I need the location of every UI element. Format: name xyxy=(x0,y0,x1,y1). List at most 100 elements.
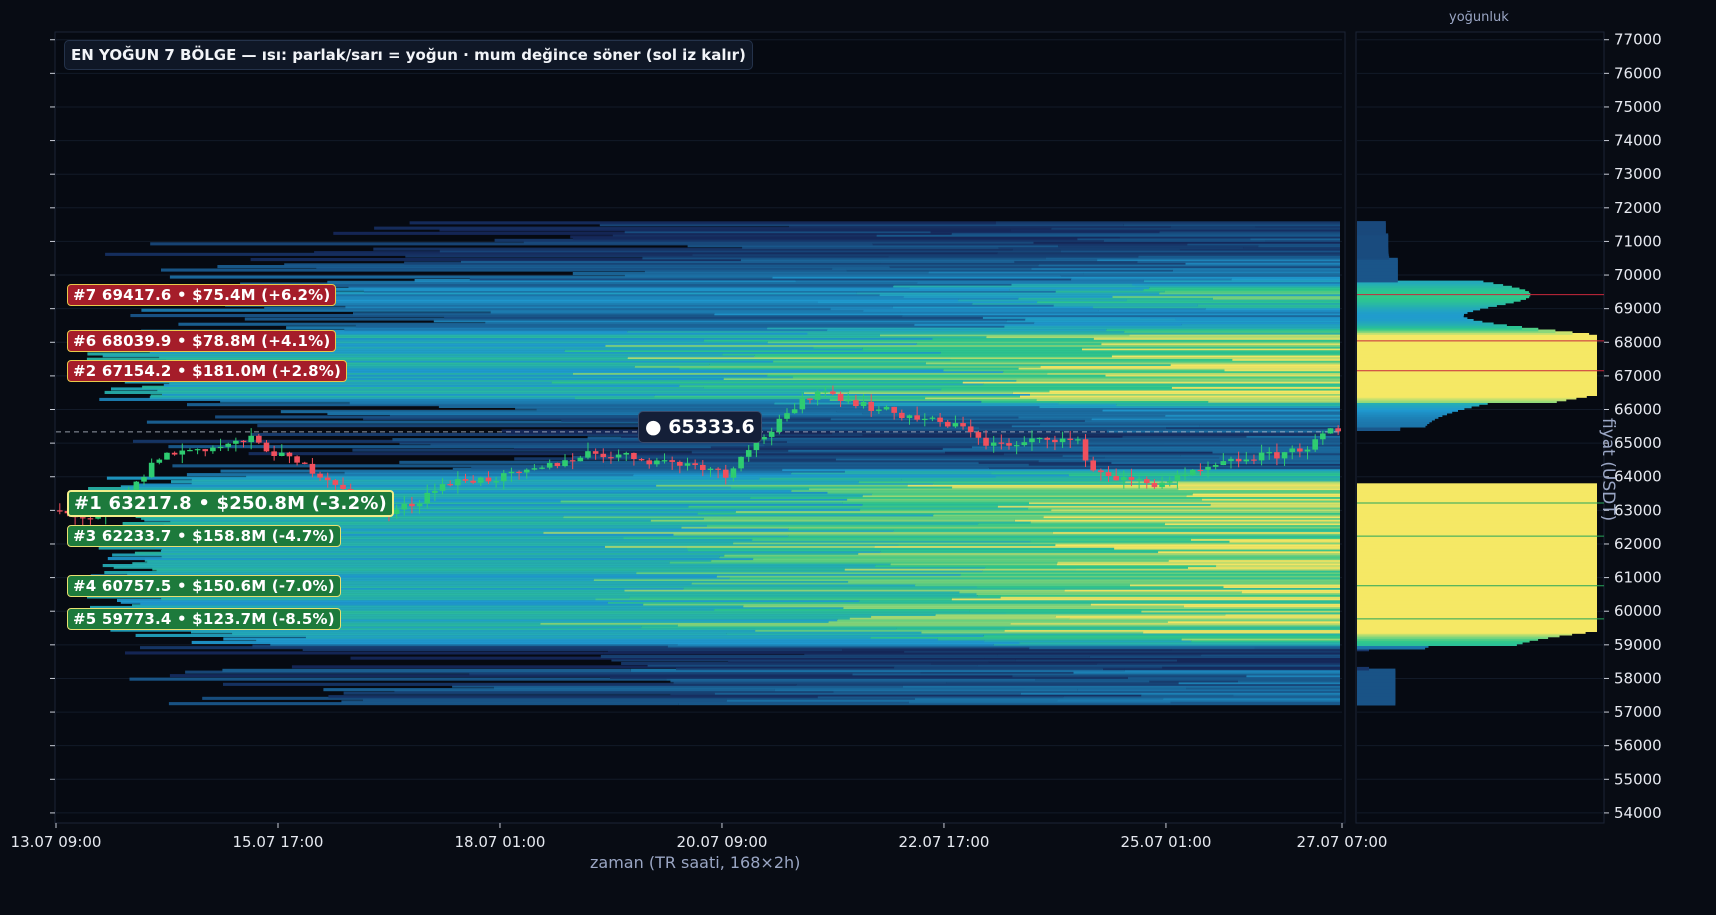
profile-bar xyxy=(1357,221,1386,225)
candle-body xyxy=(516,471,522,473)
candle-body xyxy=(309,463,316,474)
candle-body xyxy=(1235,458,1242,462)
candle-body xyxy=(860,401,867,407)
candle-body xyxy=(539,467,545,469)
candle-body xyxy=(294,456,300,463)
candle-body xyxy=(470,480,476,483)
candle-body xyxy=(462,479,469,481)
candle-body xyxy=(1159,482,1165,488)
price-tick-label: 57000 xyxy=(1614,703,1662,721)
level-label: #2 67154.2 • $181.0M (+2.8%) xyxy=(67,359,348,382)
candle-body xyxy=(523,469,530,473)
candle-body xyxy=(1289,448,1296,453)
candle-body xyxy=(393,509,400,515)
price-tick-label: 65000 xyxy=(1614,434,1662,452)
candle-body xyxy=(263,442,270,452)
candle-body xyxy=(876,409,882,411)
level-label: #7 69417.6 • $75.4M (+6.2%) xyxy=(67,283,337,306)
candle-body xyxy=(799,398,806,410)
candle-body xyxy=(967,426,974,433)
candle-body xyxy=(1243,459,1250,462)
time-axis: 13.07 09:00 15.07 17:00 18.07 01:00 20.07 0… xyxy=(11,823,1388,851)
candle-body xyxy=(700,464,706,471)
price-tick-label: 56000 xyxy=(1614,737,1662,755)
candle-body xyxy=(937,417,943,422)
candle-body xyxy=(1281,452,1288,459)
candle-body xyxy=(1121,477,1127,481)
level-label: #4 60757.5 • $150.6M (-7.0%) xyxy=(67,574,341,597)
candle-body xyxy=(1044,437,1051,440)
candle-body xyxy=(784,413,790,419)
candle-body xyxy=(401,503,408,510)
candle-body xyxy=(424,492,431,504)
candle-body xyxy=(715,468,721,470)
candle-body xyxy=(332,480,339,485)
chart-canvas: 54000 55000 56000 57000 58000 59000 60000 61000… xyxy=(11,31,1662,851)
candle-body xyxy=(57,510,63,512)
candle-body xyxy=(569,460,576,462)
candle-body xyxy=(1098,470,1104,473)
candle-body xyxy=(998,442,1005,444)
candle-body xyxy=(944,421,951,427)
candle-body xyxy=(1205,466,1211,471)
candle-body xyxy=(1082,439,1089,461)
candle-body xyxy=(164,452,170,460)
time-tick-label: 18.07 01:00 xyxy=(455,833,546,851)
x-axis-label: zaman (TR saati, 168×2h) xyxy=(590,853,801,872)
price-tick-label: 75000 xyxy=(1614,98,1662,116)
price-tick-label: 61000 xyxy=(1614,569,1662,587)
candle-body xyxy=(508,471,515,474)
profile-title: yoğunluk xyxy=(1449,10,1509,25)
price-tick-label: 59000 xyxy=(1614,636,1662,654)
price-tick-label: 77000 xyxy=(1614,31,1662,49)
time-tick-label: 22.07 17:00 xyxy=(898,833,989,851)
candle-body xyxy=(324,477,331,481)
candle-body xyxy=(1189,469,1196,475)
candle-body xyxy=(1052,439,1058,443)
candle-body xyxy=(807,398,813,400)
time-tick-label: 27.07 07:00 xyxy=(1297,833,1388,851)
price-tick-label: 71000 xyxy=(1614,232,1662,250)
candle-body xyxy=(1251,459,1257,461)
candle-body xyxy=(493,481,499,483)
candle-body xyxy=(631,452,637,459)
candle-body xyxy=(1105,472,1112,477)
profile-bar xyxy=(1357,666,1369,671)
price-tick-label: 63000 xyxy=(1614,501,1662,519)
candle-body xyxy=(1029,438,1035,443)
candle-body xyxy=(301,462,308,464)
price-tick-label: 62000 xyxy=(1614,535,1662,553)
price-tick-label: 66000 xyxy=(1614,401,1662,419)
price-tick-label: 55000 xyxy=(1614,770,1662,788)
candle-body xyxy=(1197,469,1204,472)
candle-body xyxy=(95,516,101,519)
candle-body xyxy=(638,458,645,461)
candle-body xyxy=(1228,458,1234,462)
price-tick-label: 67000 xyxy=(1614,367,1662,385)
candle-body xyxy=(194,449,201,451)
candle-body xyxy=(271,451,277,457)
level-label: #1 63217.8 • $250.8M (-3.2%) xyxy=(67,489,394,517)
candle-body xyxy=(1021,442,1028,446)
candle-body xyxy=(1182,474,1188,477)
heat-band xyxy=(409,221,997,225)
time-tick-label: 25.07 01:00 xyxy=(1120,833,1211,851)
price-tick-label: 73000 xyxy=(1614,165,1662,183)
candle-body xyxy=(692,463,698,465)
candle-body xyxy=(722,469,729,478)
candle-body xyxy=(738,456,744,469)
y-axis-label: fiyat (USDT) xyxy=(1598,418,1618,522)
candle-body xyxy=(141,477,147,482)
price-tick-label: 54000 xyxy=(1614,804,1662,822)
candle-body xyxy=(439,484,446,491)
candle-body xyxy=(906,415,913,418)
candle-body xyxy=(684,463,691,466)
candle-body xyxy=(1013,445,1020,447)
candle-body xyxy=(432,490,438,493)
candle-body xyxy=(929,417,936,419)
candle-body xyxy=(853,400,859,407)
candle-body xyxy=(883,406,890,410)
candle-body xyxy=(707,468,714,471)
candle-body xyxy=(340,484,346,490)
price-tick-label: 74000 xyxy=(1614,132,1662,150)
